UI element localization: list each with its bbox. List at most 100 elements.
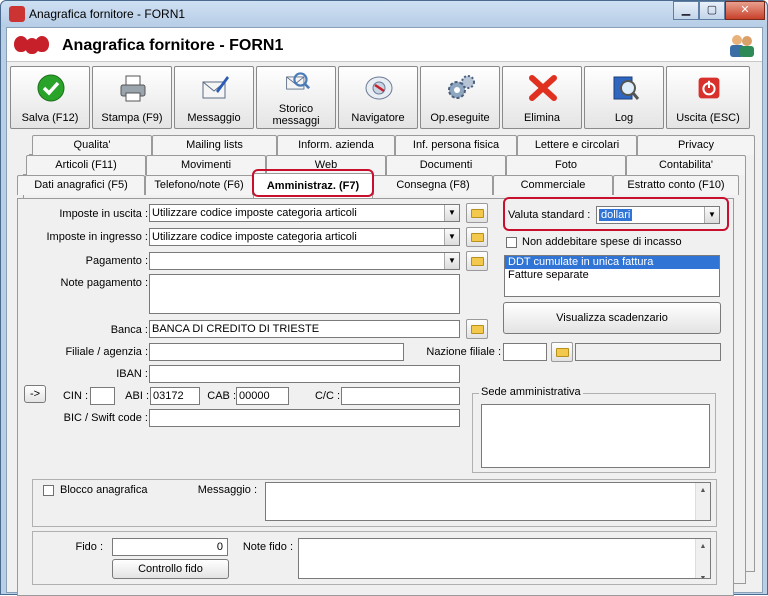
- nazione-filiale-label: Nazione filiale :: [426, 346, 501, 358]
- message-icon: [202, 76, 229, 99]
- tab-movimenti[interactable]: Movimenti: [146, 155, 266, 175]
- log-icon: [613, 76, 640, 100]
- non-addebitare-checkbox[interactable]: [506, 237, 517, 248]
- sede-field[interactable]: [481, 404, 710, 468]
- tab-mailing-lists[interactable]: Mailing lists: [152, 135, 277, 155]
- folder-icon[interactable]: [466, 319, 488, 339]
- exit-icon: [698, 77, 720, 99]
- list-item[interactable]: DDT cumulate in unica fattura: [505, 256, 719, 269]
- bic-label: BIC / Swift code :: [63, 412, 148, 424]
- cc-label: C/C :: [314, 390, 340, 402]
- tab-panel: Imposte in uscita : Utilizzare codice im…: [17, 197, 734, 596]
- navigator-icon: [365, 76, 393, 100]
- note-pagamento-field[interactable]: [149, 274, 460, 314]
- close-button[interactable]: ✕: [725, 1, 765, 20]
- operations-label: Op.eseguite: [430, 112, 490, 124]
- abi-label: ABI :: [125, 390, 149, 402]
- window-title: Anagrafica fornitore - FORN1: [29, 7, 186, 21]
- banca-field[interactable]: BANCA DI CREDITO DI TRIESTE: [149, 320, 460, 338]
- list-item[interactable]: Fatture separate: [505, 269, 719, 282]
- messaggio-label: Messaggio :: [197, 484, 257, 496]
- folder-icon[interactable]: [466, 227, 488, 247]
- cab-label: CAB :: [207, 390, 236, 402]
- log-label: Log: [614, 112, 634, 124]
- fido-field[interactable]: 0: [112, 538, 228, 556]
- abi-field[interactable]: 03172: [150, 387, 200, 405]
- tab-inform-azienda[interactable]: Inform. azienda: [277, 135, 395, 155]
- imposte-ingresso-value: Utilizzare codice imposte categoria arti…: [152, 231, 357, 243]
- tab-articoli[interactable]: Articoli (F11): [26, 155, 146, 175]
- messaggio-field[interactable]: ▲▼: [265, 482, 711, 521]
- maximize-button[interactable]: ▢: [699, 1, 725, 20]
- tab-telefono-note[interactable]: Telefono/note (F6): [145, 175, 253, 195]
- print-button[interactable]: Stampa (F9): [92, 66, 172, 129]
- chevron-down-icon[interactable]: ▼: [444, 229, 459, 245]
- client-area: Anagrafica fornitore - FORN1 Salva (F12)…: [6, 27, 763, 596]
- arrow-button[interactable]: ->: [24, 385, 46, 403]
- gears-icon: [448, 75, 475, 99]
- blocco-label: Blocco anagrafica: [60, 484, 148, 496]
- delete-button[interactable]: Elimina: [502, 66, 582, 129]
- fatturazione-list[interactable]: DDT cumulate in unica fattura Fatture se…: [504, 255, 720, 297]
- nazione-filiale-field[interactable]: [503, 343, 547, 361]
- tab-inf-persona-fisica[interactable]: Inf. persona fisica: [395, 135, 517, 155]
- cin-label: CIN :: [62, 390, 88, 402]
- imposte-uscita-select[interactable]: Utilizzare codice imposte categoria arti…: [149, 204, 460, 222]
- page-title: Anagrafica fornitore - FORN1: [62, 37, 284, 54]
- tab-commerciale[interactable]: Commerciale: [493, 175, 613, 195]
- cc-field[interactable]: [341, 387, 460, 405]
- scrollbar[interactable]: ▲▼: [695, 539, 710, 578]
- cab-field[interactable]: 00000: [236, 387, 289, 405]
- app-icon: [9, 6, 25, 22]
- sede-group: Sede amministrativa: [472, 386, 716, 473]
- pagamento-label: Pagamento :: [85, 255, 148, 267]
- tab-lettere-circolari[interactable]: Lettere e circolari: [517, 135, 637, 155]
- tab-foto[interactable]: Foto: [506, 155, 626, 175]
- bic-field[interactable]: [149, 409, 460, 427]
- note-pagamento-label: Note pagamento :: [60, 277, 148, 289]
- imposte-ingresso-label: Imposte in ingresso :: [46, 231, 149, 243]
- exit-button[interactable]: Uscita (ESC): [666, 66, 750, 129]
- folder-icon[interactable]: [551, 342, 573, 362]
- iban-field[interactable]: [149, 365, 460, 383]
- tab-estratto-conto[interactable]: Estratto conto (F10): [613, 175, 739, 195]
- imposte-uscita-label: Imposte in uscita :: [59, 208, 148, 220]
- folder-icon[interactable]: [466, 251, 488, 271]
- sede-label: Sede amministrativa: [479, 386, 583, 398]
- chevron-down-icon[interactable]: ▼: [444, 253, 459, 269]
- title-bar: Anagrafica fornitore - FORN1 ▁ ▢ ✕: [1, 1, 767, 27]
- navigator-button[interactable]: Navigatore: [338, 66, 418, 129]
- exit-label: Uscita (ESC): [676, 112, 740, 124]
- imposte-ingresso-select[interactable]: Utilizzare codice imposte categoria arti…: [149, 228, 460, 246]
- message-history-button[interactable]: Storico messaggi: [256, 66, 336, 129]
- fido-group: Fido : 0 Note fido : ▲ ▼ Controllo fido: [32, 531, 717, 585]
- save-button[interactable]: Salva (F12): [10, 66, 90, 129]
- visualizza-scadenzario-button[interactable]: Visualizza scadenzario: [503, 302, 721, 334]
- tab-documenti[interactable]: Documenti: [386, 155, 506, 175]
- message-label: Messaggio: [187, 112, 241, 124]
- save-label: Salva (F12): [21, 112, 79, 124]
- operations-button[interactable]: Op.eseguite: [420, 66, 500, 129]
- blocco-checkbox[interactable]: [43, 485, 54, 496]
- filiale-field[interactable]: [149, 343, 404, 361]
- tab-qualita[interactable]: Qualita': [32, 135, 152, 155]
- banca-label: Banca :: [110, 324, 148, 336]
- controllo-fido-button[interactable]: Controllo fido: [112, 559, 229, 579]
- message-button[interactable]: Messaggio: [174, 66, 254, 129]
- tab-contabilita[interactable]: Contabilita': [626, 155, 746, 175]
- header-bar: Anagrafica fornitore - FORN1: [7, 28, 762, 62]
- tab-dati-anagrafici[interactable]: Dati anagrafici (F5): [17, 175, 145, 195]
- chevron-down-icon[interactable]: ▼: [444, 205, 459, 221]
- scrollbar[interactable]: ▲▼: [695, 483, 710, 520]
- users-icon[interactable]: [728, 33, 756, 57]
- log-button[interactable]: Log: [584, 66, 664, 129]
- tab-privacy[interactable]: Privacy: [637, 135, 755, 155]
- folder-icon[interactable]: [466, 203, 488, 223]
- cin-field[interactable]: [90, 387, 115, 405]
- minimize-button[interactable]: ▁: [673, 1, 699, 20]
- nazione-descrizione-field: [575, 343, 721, 361]
- pagamento-select[interactable]: ▼: [149, 252, 460, 270]
- blocco-group: Blocco anagrafica Messaggio : ▲▼: [32, 479, 717, 527]
- tab-consegna[interactable]: Consegna (F8): [373, 175, 493, 195]
- note-fido-field[interactable]: ▲ ▼: [298, 538, 711, 579]
